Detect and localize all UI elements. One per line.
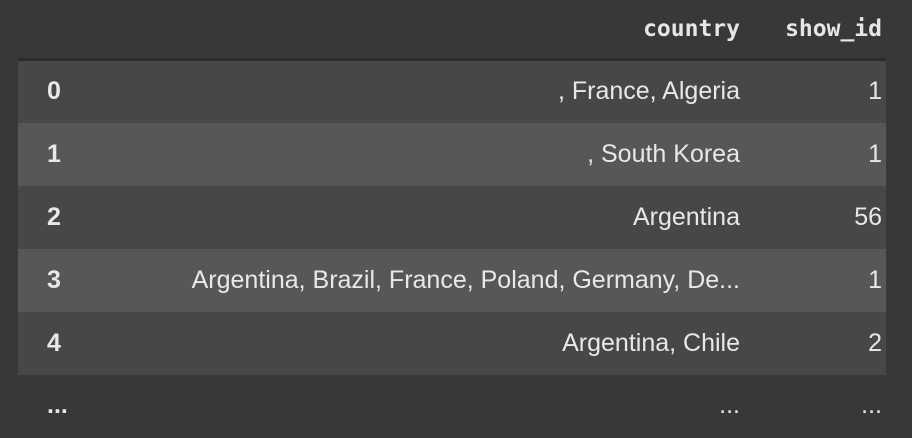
table-row: 1 , South Korea 1 [18,122,886,186]
country-cell: Argentina [632,202,740,231]
table-row: 4 Argentina, Chile 2 [18,311,886,375]
show-id-cell: 2 [868,328,882,357]
country-cell: , South Korea [587,139,740,168]
ellipsis-country: ... [719,391,740,419]
dataframe-table: country show_id 0 , France, Algeria 1 1 … [18,0,886,437]
row-index: 3 [47,265,61,294]
ellipsis-index: ... [47,391,68,419]
table-header: country show_id [18,0,886,61]
show-id-cell: 1 [868,139,882,168]
country-cell: Argentina, Brazil, France, Poland, Germa… [191,265,740,294]
row-index: 2 [47,202,61,231]
country-cell: , France, Algeria [557,77,740,106]
column-header-country: country [94,0,750,61]
table-row: 2 Argentina 56 [18,185,886,249]
table-body: 0 , France, Algeria 1 1 , South Korea 1 … [18,59,886,437]
index-header [18,0,94,61]
country-cell: Argentina, Chile [562,328,740,357]
show-id-cell: 1 [868,77,882,106]
show-id-cell: 1 [868,265,882,294]
row-index: 0 [47,77,61,106]
table-row: 0 , France, Algeria 1 [18,59,886,123]
dataframe-output: country show_id 0 , France, Algeria 1 1 … [0,0,912,438]
ellipsis-show-id: ... [861,391,882,419]
column-header-show-id: show_id [750,0,886,61]
show-id-cell: 56 [854,202,882,231]
header-row: country show_id [18,0,886,61]
row-index: 4 [47,328,61,357]
table-row: 3 Argentina, Brazil, France, Poland, Ger… [18,248,886,312]
ellipsis-row: ... ... ... [18,374,886,437]
row-index: 1 [47,139,61,168]
